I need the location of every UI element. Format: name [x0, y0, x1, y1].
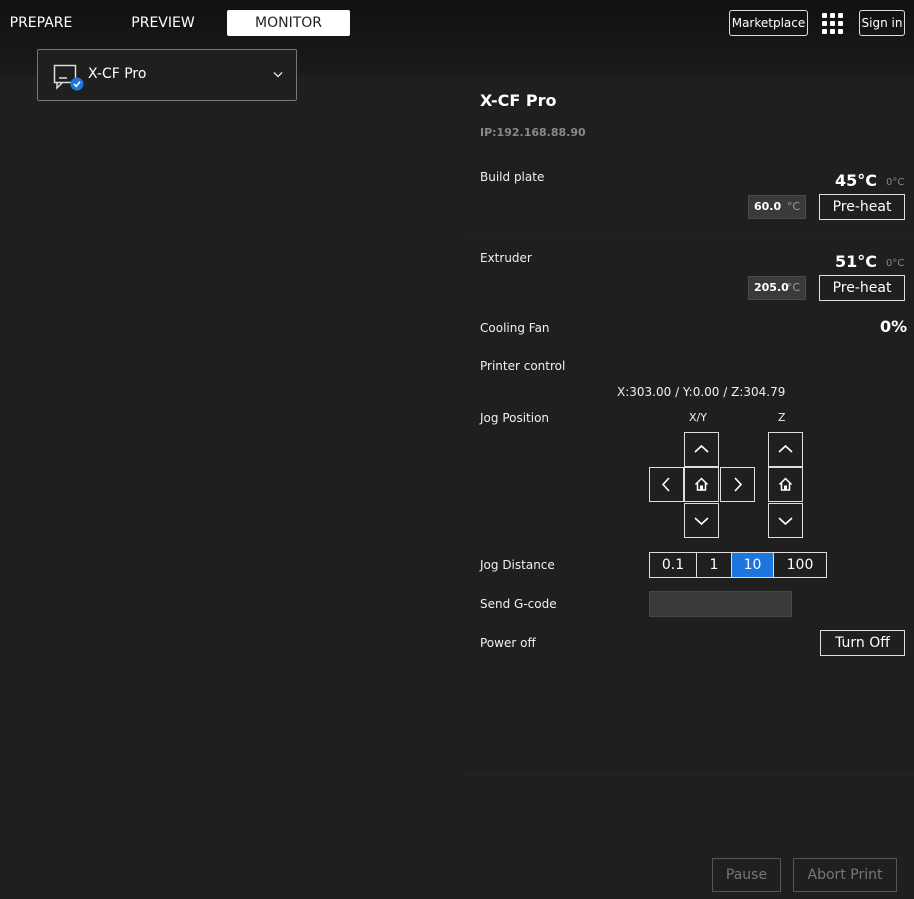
- home-icon: [694, 477, 709, 491]
- jog-position-label: Jog Position: [480, 411, 550, 425]
- extruder-target-input[interactable]: 205.0 °C: [748, 276, 806, 300]
- sign-in-button[interactable]: Sign in: [859, 10, 905, 36]
- extruder-target-reading: 0°C: [886, 258, 905, 269]
- jog-distance-option[interactable]: 1: [696, 552, 732, 578]
- chevron-up-icon: [778, 444, 793, 453]
- jog-y-up-button[interactable]: [684, 432, 719, 467]
- jog-distance-option[interactable]: 100: [773, 552, 827, 578]
- jog-y-down-button[interactable]: [684, 503, 719, 538]
- extruder-current-temp: 51°C: [835, 252, 878, 271]
- panel-bottom-divider: [465, 774, 914, 776]
- printer-connected-icon: [53, 64, 84, 91]
- build-plate-current-temp: 45°C: [835, 171, 878, 190]
- power-off-label: Power off: [480, 636, 536, 650]
- extruder-target-unit: °C: [786, 281, 800, 294]
- marketplace-button[interactable]: Marketplace: [729, 10, 808, 36]
- jog-distance-option[interactable]: 0.1: [649, 552, 697, 578]
- jog-distance-label: Jog Distance: [480, 558, 555, 572]
- apps-grid-icon[interactable]: [822, 13, 844, 35]
- chevron-up-icon: [694, 444, 709, 453]
- gcode-input[interactable]: [649, 591, 792, 617]
- jog-distance-option-selected[interactable]: 10: [731, 552, 774, 578]
- chevron-left-icon: [661, 477, 670, 492]
- tab-preview[interactable]: PREVIEW: [122, 10, 204, 36]
- build-plate-target-value: 60.0: [754, 200, 782, 213]
- pause-button[interactable]: Pause: [712, 858, 781, 892]
- printer-selector[interactable]: X-CF Pro: [37, 49, 297, 101]
- extruder-target-value: 205.0: [754, 281, 789, 294]
- jog-xy-label: X/Y: [689, 411, 707, 424]
- jog-z-up-button[interactable]: [768, 432, 803, 467]
- jog-x-right-button[interactable]: [720, 467, 755, 502]
- jog-z-home-button[interactable]: [768, 467, 803, 502]
- chevron-down-icon: [778, 517, 793, 526]
- build-plate-label: Build plate: [480, 170, 545, 184]
- section-divider: [465, 233, 914, 235]
- cooling-fan-label: Cooling Fan: [480, 321, 550, 335]
- build-plate-target-unit: °C: [786, 200, 800, 213]
- build-plate-target-reading: 0°C: [886, 177, 905, 188]
- printer-title: X-CF Pro: [480, 91, 557, 110]
- selected-printer-name: X-CF Pro: [88, 66, 147, 82]
- jog-z-label: Z: [778, 411, 786, 424]
- chevron-down-icon: [273, 72, 283, 78]
- send-gcode-label: Send G-code: [480, 597, 557, 611]
- build-plate-preheat-button[interactable]: Pre-heat: [819, 194, 905, 220]
- printer-monitor-panel: X-CF Pro IP:192.168.88.90 Build plate 45…: [465, 75, 914, 780]
- extruder-label: Extruder: [480, 251, 532, 265]
- tab-monitor[interactable]: MONITOR: [227, 10, 350, 36]
- jog-z-down-button[interactable]: [768, 503, 803, 538]
- chevron-down-icon: [694, 517, 709, 526]
- printer-ip: IP:192.168.88.90: [480, 126, 586, 139]
- turn-off-button[interactable]: Turn Off: [820, 630, 905, 656]
- abort-print-button[interactable]: Abort Print: [793, 858, 897, 892]
- jog-x-left-button[interactable]: [649, 467, 684, 502]
- jog-xy-home-button[interactable]: [684, 467, 719, 502]
- position-readout: X:303.00 / Y:0.00 / Z:304.79: [617, 385, 786, 399]
- printer-control-label: Printer control: [480, 359, 566, 373]
- tab-prepare[interactable]: PREPARE: [0, 10, 82, 36]
- cooling-fan-value: 0%: [880, 317, 908, 336]
- home-icon: [778, 477, 793, 491]
- extruder-preheat-button[interactable]: Pre-heat: [819, 275, 905, 301]
- build-plate-target-input[interactable]: 60.0 °C: [748, 195, 806, 219]
- chevron-right-icon: [734, 477, 743, 492]
